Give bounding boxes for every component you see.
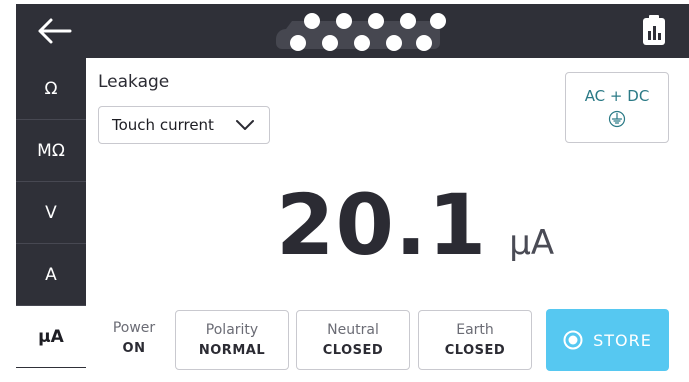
neutral-value: CLOSED — [322, 343, 384, 358]
mode-button[interactable]: AC + DC — [565, 72, 669, 143]
sidebar-item-megaohm[interactable]: MΩ — [16, 120, 86, 182]
unit-sidebar: Ω MΩ V A µA — [16, 58, 86, 368]
terminal-dots-icon — [274, 9, 454, 55]
report-button[interactable] — [639, 12, 669, 48]
measurement-reading: 20.1 µA — [276, 176, 554, 276]
earth-label: Earth — [456, 322, 494, 338]
sidebar-item-microamp[interactable]: µA — [16, 306, 86, 367]
back-button[interactable] — [34, 14, 74, 48]
record-icon — [563, 330, 583, 350]
sidebar-item-amp[interactable]: A — [16, 244, 86, 306]
sidebar-item-ohm[interactable]: Ω — [16, 58, 86, 120]
sidebar-item-volt[interactable]: V — [16, 182, 86, 244]
earth-button[interactable]: Earth CLOSED — [418, 310, 532, 370]
polarity-button[interactable]: Polarity NORMAL — [175, 310, 289, 370]
store-button[interactable]: STORE — [546, 309, 669, 371]
neutral-button[interactable]: Neutral CLOSED — [296, 310, 410, 370]
page-title: Leakage — [98, 72, 170, 92]
top-bar — [16, 4, 689, 58]
mode-label: AC + DC — [584, 87, 650, 105]
clipboard-chart-icon — [643, 15, 665, 45]
earth-ground-icon — [608, 110, 626, 128]
test-type-select[interactable]: Touch current — [98, 106, 270, 144]
main-panel: Leakage Touch current AC + DC 20.1 µA Po… — [86, 58, 689, 371]
chevron-down-icon — [236, 120, 254, 130]
polarity-value: NORMAL — [198, 343, 266, 358]
power-value: ON — [122, 341, 146, 356]
power-status: Power ON — [104, 320, 164, 356]
reading-value: 20.1 — [276, 176, 488, 274]
arrow-left-icon — [38, 18, 72, 44]
test-type-value: Touch current — [112, 116, 214, 134]
earth-value: CLOSED — [444, 343, 506, 358]
power-label: Power — [112, 320, 156, 336]
neutral-label: Neutral — [327, 322, 379, 338]
store-label: STORE — [593, 330, 652, 350]
reading-unit: µA — [509, 223, 555, 263]
polarity-label: Polarity — [205, 322, 259, 338]
